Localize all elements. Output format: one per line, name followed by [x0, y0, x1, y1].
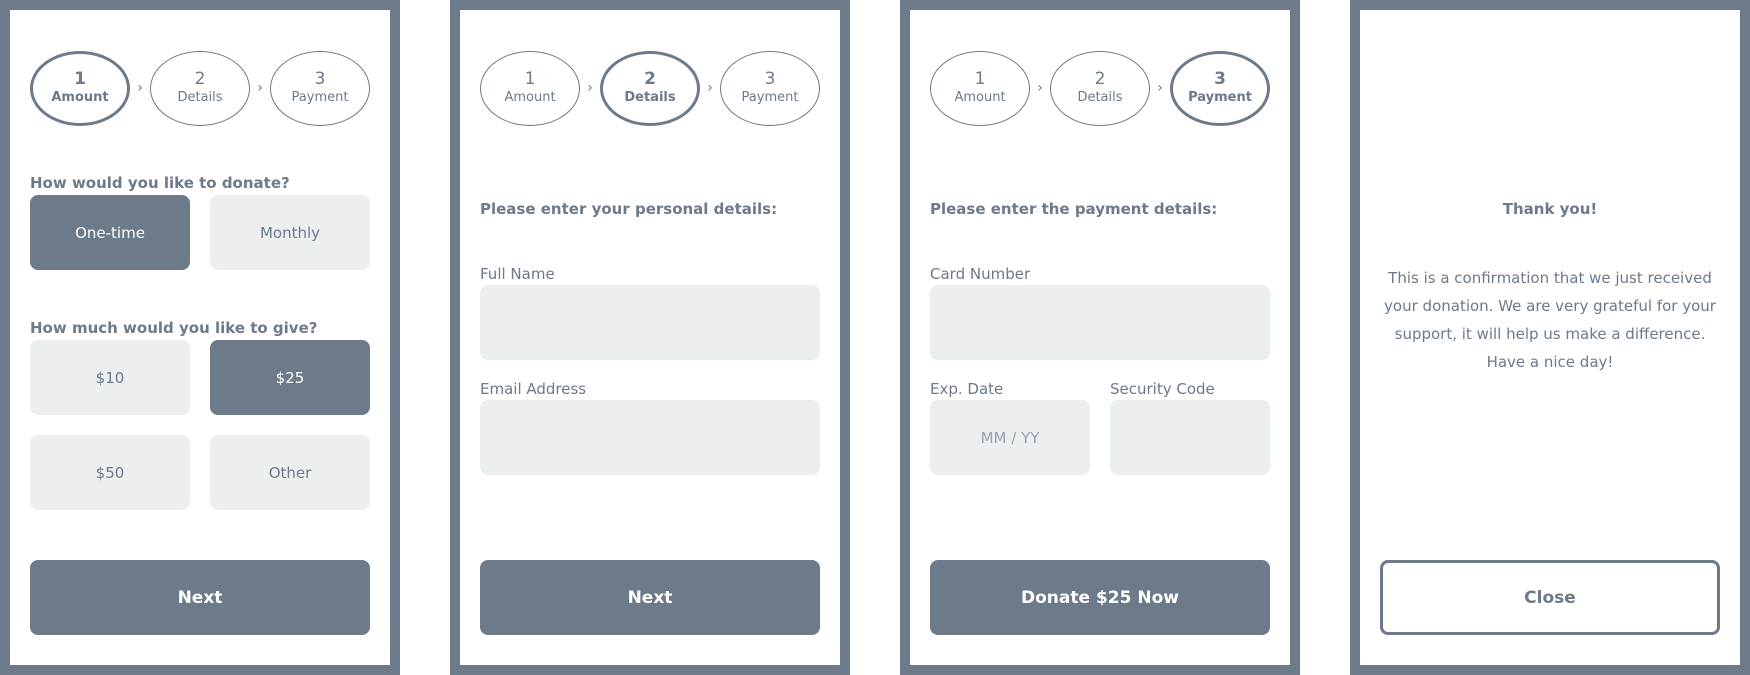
step-label: Payment	[291, 90, 349, 105]
amount-question: How much would you like to give?	[30, 319, 318, 337]
step-amount[interactable]: 1 Amount	[480, 50, 580, 126]
email-input[interactable]	[480, 400, 820, 475]
chevron-right-icon: ›	[587, 80, 593, 96]
step-details[interactable]: 2 Details	[600, 50, 700, 126]
personal-details-heading: Please enter your personal details:	[480, 200, 778, 218]
amount-50-option[interactable]: $50	[30, 435, 190, 510]
next-button[interactable]: Next	[30, 560, 370, 635]
frequency-question: How would you like to donate?	[30, 174, 290, 192]
close-button[interactable]: Close	[1380, 560, 1720, 635]
step-amount[interactable]: 1 Amount	[930, 50, 1030, 126]
security-code-input[interactable]	[1110, 400, 1270, 475]
donation-panel-amount: 1 Amount › 2 Details › 3 Payment How wou…	[0, 0, 400, 675]
step-payment[interactable]: 3 Payment	[270, 50, 370, 126]
amount-other-option[interactable]: Other	[210, 435, 370, 510]
step-label: Details	[624, 90, 676, 105]
step-number: 1	[524, 69, 536, 89]
thank-you-title: Thank you!	[1502, 200, 1598, 218]
security-code-label: Security Code	[1110, 380, 1215, 398]
one-time-option[interactable]: One-time	[30, 195, 190, 270]
exp-date-input[interactable]	[930, 400, 1090, 475]
step-amount[interactable]: 1 Amount	[30, 50, 130, 126]
stepper: 1 Amount › 2 Details › 3 Payment	[930, 50, 1270, 126]
chevron-right-icon: ›	[707, 80, 713, 96]
chevron-right-icon: ›	[1157, 80, 1163, 96]
chevron-right-icon: ›	[257, 80, 263, 96]
email-label: Email Address	[480, 380, 587, 398]
step-number: 3	[314, 69, 326, 89]
step-label: Payment	[741, 90, 799, 105]
next-button[interactable]: Next	[480, 560, 820, 635]
step-number: 3	[1214, 69, 1226, 89]
step-number: 1	[74, 69, 86, 89]
full-name-label: Full Name	[480, 265, 555, 283]
step-label: Details	[1077, 90, 1123, 105]
step-details[interactable]: 2 Details	[150, 50, 250, 126]
donation-panel-payment: 1 Amount › 2 Details › 3 Payment Please …	[900, 0, 1300, 675]
stepper: 1 Amount › 2 Details › 3 Payment	[30, 50, 370, 126]
stepper: 1 Amount › 2 Details › 3 Payment	[480, 50, 820, 126]
chevron-right-icon: ›	[1037, 80, 1043, 96]
step-label: Amount	[954, 90, 1006, 105]
step-label: Amount	[51, 90, 109, 105]
chevron-right-icon: ›	[137, 80, 143, 96]
step-label: Payment	[1188, 90, 1252, 105]
step-number: 1	[974, 69, 986, 89]
step-number: 2	[194, 69, 206, 89]
amount-10-option[interactable]: $10	[30, 340, 190, 415]
panel-content: 1 Amount › 2 Details › 3 Payment Please …	[930, 50, 1270, 635]
step-label: Amount	[504, 90, 556, 105]
donate-now-button[interactable]: Donate $25 Now	[930, 560, 1270, 635]
full-name-input[interactable]	[480, 285, 820, 360]
monthly-option[interactable]: Monthly	[210, 195, 370, 270]
card-number-label: Card Number	[930, 265, 1031, 283]
step-payment[interactable]: 3 Payment	[720, 50, 820, 126]
step-number: 2	[1094, 69, 1106, 89]
step-payment[interactable]: 3 Payment	[1170, 50, 1270, 126]
step-label: Details	[177, 90, 223, 105]
step-details[interactable]: 2 Details	[1050, 50, 1150, 126]
donation-panel-details: 1 Amount › 2 Details › 3 Payment Please …	[450, 0, 850, 675]
step-number: 3	[764, 69, 776, 89]
exp-date-label: Exp. Date	[930, 380, 1004, 398]
panel-content: 1 Amount › 2 Details › 3 Payment Please …	[480, 50, 820, 635]
amount-25-option[interactable]: $25	[210, 340, 370, 415]
card-number-input[interactable]	[930, 285, 1270, 360]
step-number: 2	[644, 69, 656, 89]
panel-content: 1 Amount › 2 Details › 3 Payment How wou…	[30, 50, 370, 635]
confirmation-message: This is a confirmation that we just rece…	[1384, 269, 1716, 371]
payment-details-heading: Please enter the payment details:	[930, 200, 1218, 218]
donation-panel-confirmation: Thank you! This is a confirmation that w…	[1350, 0, 1750, 675]
